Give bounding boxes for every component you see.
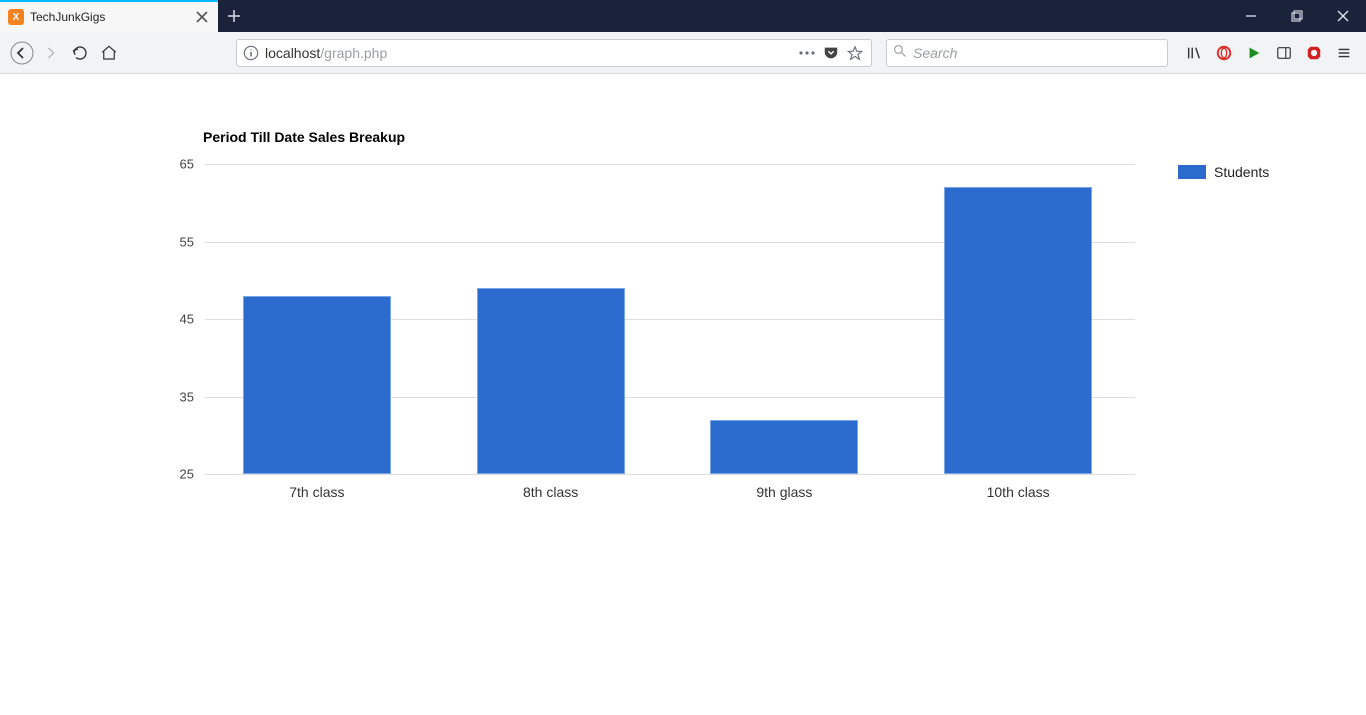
url-host: localhost <box>265 45 320 61</box>
pocket-icon[interactable] <box>819 45 843 61</box>
url-text: localhost/graph.php <box>261 45 795 61</box>
chart-title: Period Till Date Sales Breakup <box>203 129 405 145</box>
chart-plot-area: 25354555657th class8th class9th glass10t… <box>200 164 1135 474</box>
page-content: Period Till Date Sales Breakup 253545556… <box>0 74 1366 715</box>
tab-title: TechJunkGigs <box>30 10 194 24</box>
back-button[interactable] <box>8 39 35 67</box>
chart-gridline <box>205 474 1135 475</box>
y-axis-tick: 35 <box>170 389 194 404</box>
x-axis-label: 10th class <box>987 484 1050 500</box>
chart-bar[interactable] <box>243 296 391 474</box>
new-tab-button[interactable] <box>218 0 250 32</box>
x-axis-label: 9th glass <box>756 484 812 500</box>
window-titlebar: X TechJunkGigs <box>0 0 1366 32</box>
play-extension-icon[interactable] <box>1240 39 1268 67</box>
chart-bar[interactable] <box>944 187 1092 474</box>
page-actions-icon[interactable] <box>795 49 819 57</box>
window-close-button[interactable] <box>1320 0 1366 32</box>
library-icon[interactable] <box>1180 39 1208 67</box>
chart-bar[interactable] <box>477 288 625 474</box>
sidebar-extension-icon[interactable] <box>1270 39 1298 67</box>
app-menu-button[interactable] <box>1330 39 1358 67</box>
search-magnify-icon <box>893 44 911 61</box>
favicon-xampp: X <box>8 9 24 25</box>
x-axis-label: 7th class <box>289 484 344 500</box>
extension-icons <box>1180 39 1358 67</box>
y-axis-tick: 65 <box>170 157 194 172</box>
adblock-extension-icon[interactable] <box>1300 39 1328 67</box>
bookmark-star-icon[interactable] <box>843 45 867 61</box>
search-bar[interactable] <box>886 39 1168 67</box>
browser-toolbar: localhost/graph.php <box>0 32 1366 74</box>
window-minimize-button[interactable] <box>1228 0 1274 32</box>
y-axis-tick: 45 <box>170 312 194 327</box>
chart-bar[interactable] <box>710 420 858 474</box>
reload-button[interactable] <box>66 39 93 67</box>
site-info-icon[interactable] <box>241 45 261 61</box>
opera-extension-icon[interactable] <box>1210 39 1238 67</box>
url-path: /graph.php <box>320 45 387 61</box>
titlebar-drag-region <box>250 0 1228 32</box>
home-button[interactable] <box>96 39 123 67</box>
forward-button[interactable] <box>37 39 64 67</box>
chart-legend: Students <box>1178 164 1269 180</box>
window-controls <box>1228 0 1366 32</box>
x-axis-label: 8th class <box>523 484 578 500</box>
browser-tab-active[interactable]: X TechJunkGigs <box>0 0 218 32</box>
legend-label: Students <box>1214 164 1269 180</box>
window-maximize-button[interactable] <box>1274 0 1320 32</box>
y-axis-tick: 55 <box>170 234 194 249</box>
legend-swatch <box>1178 165 1206 179</box>
search-input[interactable] <box>911 44 1161 62</box>
chart-gridline <box>205 164 1135 165</box>
tab-close-button[interactable] <box>194 9 210 25</box>
y-axis-tick: 25 <box>170 467 194 482</box>
address-bar[interactable]: localhost/graph.php <box>236 39 872 67</box>
